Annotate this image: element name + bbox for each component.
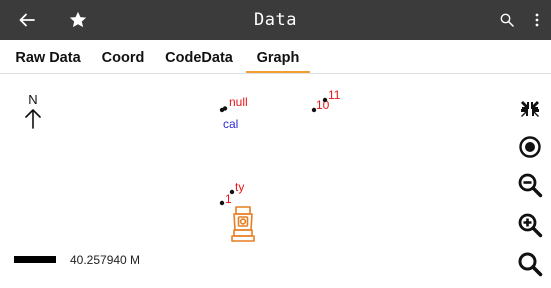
search-icon	[518, 252, 543, 277]
tab-bar: Raw Data Coord CodeData Graph	[0, 40, 551, 74]
app-bar: Data	[0, 0, 551, 40]
more-vert-icon	[535, 13, 539, 27]
north-indicator: N	[20, 92, 46, 129]
locate-button[interactable]	[516, 133, 544, 161]
scale-label: 40.257940 M	[70, 253, 141, 267]
scale-bar	[14, 256, 56, 263]
search-button[interactable]	[495, 0, 519, 40]
tab-codedata[interactable]: CodeData	[160, 40, 238, 73]
north-arrow-icon	[25, 109, 41, 129]
tab-coord[interactable]: Coord	[98, 40, 148, 73]
zoom-out-button[interactable]	[516, 171, 544, 199]
tab-graph[interactable]: Graph	[246, 40, 310, 73]
collapse-button[interactable]	[516, 94, 544, 122]
zoom-in-icon	[518, 213, 543, 238]
find-button[interactable]	[516, 250, 544, 278]
point-label: ty	[235, 180, 245, 194]
overflow-menu-button[interactable]	[528, 0, 546, 40]
zoom-in-button[interactable]	[516, 211, 544, 239]
total-station-icon[interactable]	[230, 204, 256, 244]
zoom-out-icon	[518, 173, 543, 198]
tab-raw-data[interactable]: Raw Data	[12, 40, 84, 73]
collapse-icon	[521, 101, 539, 117]
page-title: Data	[254, 10, 297, 30]
point-label: null	[229, 95, 248, 109]
point-label: 11	[328, 88, 341, 102]
locate-icon	[519, 136, 541, 158]
point-code-label: cal	[223, 117, 239, 131]
north-label: N	[28, 92, 38, 107]
search-icon	[500, 13, 514, 27]
